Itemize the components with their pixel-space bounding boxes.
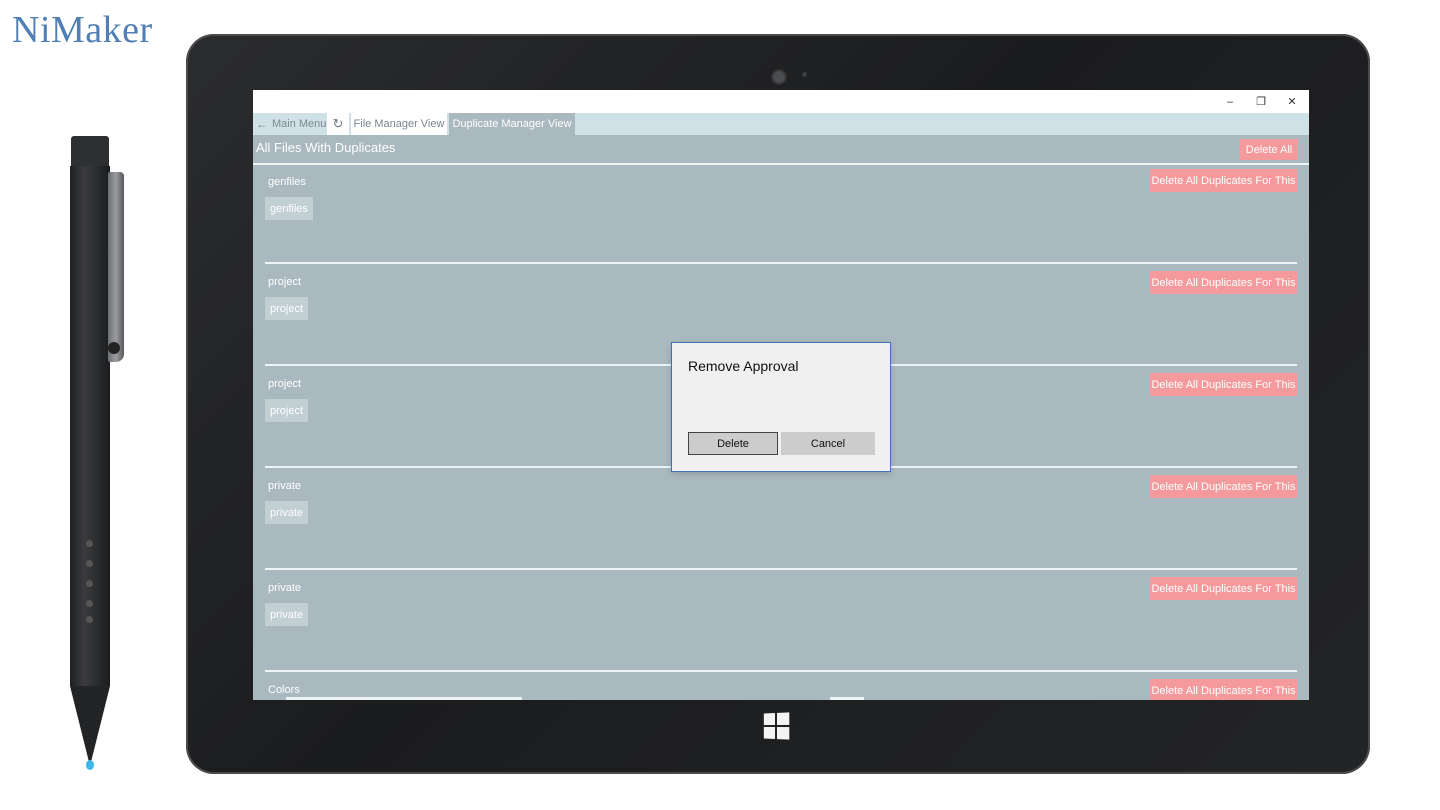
restore-icon[interactable]: ❐ — [1246, 90, 1276, 113]
dialog-title: Remove Approval — [688, 358, 799, 374]
refresh-icon[interactable]: ↻ — [327, 113, 349, 135]
duplicate-file-chip[interactable]: private — [265, 501, 309, 524]
dialog-delete-button[interactable]: Delete — [688, 432, 778, 455]
group-title: private — [268, 582, 302, 594]
windows-logo-icon[interactable] — [763, 712, 790, 740]
duplicate-file-chip[interactable]: genfiles — [265, 197, 313, 220]
scroll-indicator — [830, 697, 864, 700]
delete-duplicates-button[interactable]: Delete All Duplicates For This — [1150, 169, 1297, 192]
duplicate-file-chip[interactable]: project — [265, 399, 309, 422]
group-title: project — [268, 276, 302, 288]
duplicate-group: Colors Delete All Duplicates For This — [265, 670, 1297, 700]
duplicate-group: private private Delete All Duplicates Fo… — [265, 568, 1297, 670]
delete-duplicates-button[interactable]: Delete All Duplicates For This — [1150, 679, 1297, 700]
back-arrow-icon: ← — [256, 117, 268, 131]
minimize-icon[interactable]: – — [1215, 90, 1245, 113]
duplicate-file-chip[interactable]: project — [265, 297, 309, 320]
stylus-pen-image — [68, 136, 128, 776]
divider — [265, 568, 1297, 570]
group-title: project — [268, 378, 302, 390]
duplicate-file-chip[interactable]: private — [265, 603, 309, 626]
tab-file-manager[interactable]: File Manager View — [351, 113, 447, 135]
navigation-bar: ← Main Menu ↻ File Manager View Duplicat… — [253, 113, 1309, 135]
divider — [265, 262, 1297, 264]
group-title: private — [268, 480, 302, 492]
main-menu-button[interactable]: ← Main Menu — [253, 113, 326, 135]
main-menu-label: Main Menu — [272, 118, 327, 130]
duplicate-group: private private Delete All Duplicates Fo… — [265, 466, 1297, 568]
delete-duplicates-button[interactable]: Delete All Duplicates For This — [1150, 373, 1297, 396]
page-title: All Files With Duplicates — [256, 140, 396, 155]
delete-duplicates-button[interactable]: Delete All Duplicates For This — [1150, 271, 1297, 294]
sensor-dot — [802, 72, 807, 77]
delete-duplicates-button[interactable]: Delete All Duplicates For This — [1150, 577, 1297, 600]
divider — [265, 670, 1297, 672]
brand-logo: NiMaker — [12, 9, 153, 51]
dialog-cancel-button[interactable]: Cancel — [781, 432, 875, 455]
group-title: genfiles — [268, 176, 306, 188]
camera-icon — [771, 69, 787, 85]
close-icon[interactable]: ✕ — [1277, 90, 1307, 113]
duplicate-group: genfiles genfiles Delete All Duplicates … — [265, 165, 1297, 267]
window-titlebar: – ❐ ✕ — [253, 90, 1309, 113]
group-title: Colors — [268, 684, 300, 696]
delete-duplicates-button[interactable]: Delete All Duplicates For This — [1150, 475, 1297, 498]
scroll-indicator — [286, 697, 522, 700]
delete-all-button[interactable]: Delete All — [1240, 139, 1298, 160]
remove-approval-dialog: Remove Approval Delete Cancel — [671, 342, 891, 472]
tab-duplicate-manager[interactable]: Duplicate Manager View — [449, 113, 575, 135]
